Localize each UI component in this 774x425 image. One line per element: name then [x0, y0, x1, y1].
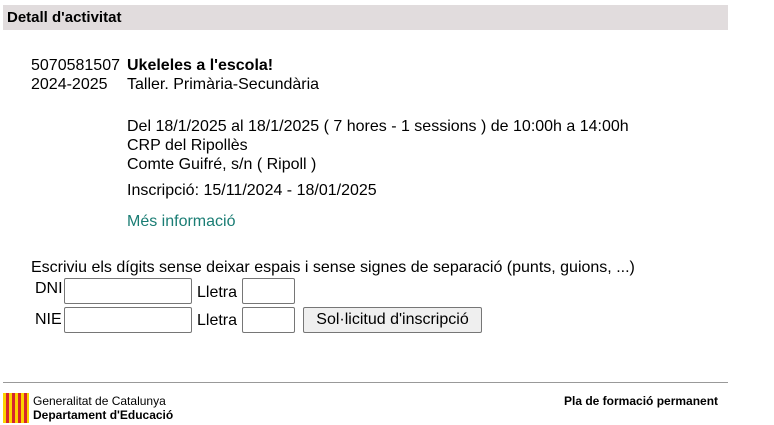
activity-schedule: Del 18/1/2025 al 18/1/2025 ( 7 hores - 1… [127, 118, 629, 135]
activity-year: 2024-2025 [31, 76, 108, 93]
dni-letter-label: Lletra [197, 284, 238, 301]
nie-input[interactable] [64, 307, 192, 333]
dni-letter-input[interactable] [242, 278, 295, 304]
nie-letter-input[interactable] [242, 307, 295, 333]
catalan-flag-logo-icon [3, 393, 29, 423]
nie-letter-label: Lletra [197, 312, 238, 329]
activity-code: 5070581507 [31, 57, 120, 74]
nie-label: NIE [35, 311, 62, 328]
footer-divider [3, 382, 728, 383]
activity-center: CRP del Ripollès [127, 137, 248, 154]
form-instructions: Escriviu els dígits sense deixar espais … [31, 259, 635, 276]
footer-org-line1: Generalitat de Catalunya [33, 394, 166, 408]
dni-label: DNI [35, 280, 63, 297]
page-title-bar: Detall d'activitat [3, 5, 728, 30]
registration-period: Inscripció: 15/11/2024 - 18/01/2025 [127, 182, 377, 199]
footer-plan: Pla de formació permanent [564, 394, 719, 408]
submit-registration-button[interactable]: Sol·licitud d'inscripció [303, 307, 482, 333]
more-info-link[interactable]: Més informació [127, 213, 235, 231]
footer-org-line2: Departament d'Educació [33, 408, 174, 422]
activity-address: Comte Guifré, s/n ( Ripoll ) [127, 156, 317, 173]
dni-input[interactable] [64, 278, 192, 304]
page-title: Detall d'activitat [7, 9, 122, 26]
activity-name: Ukeleles a l'escola! [127, 57, 274, 74]
activity-type: Taller. Primària-Secundària [127, 76, 320, 93]
